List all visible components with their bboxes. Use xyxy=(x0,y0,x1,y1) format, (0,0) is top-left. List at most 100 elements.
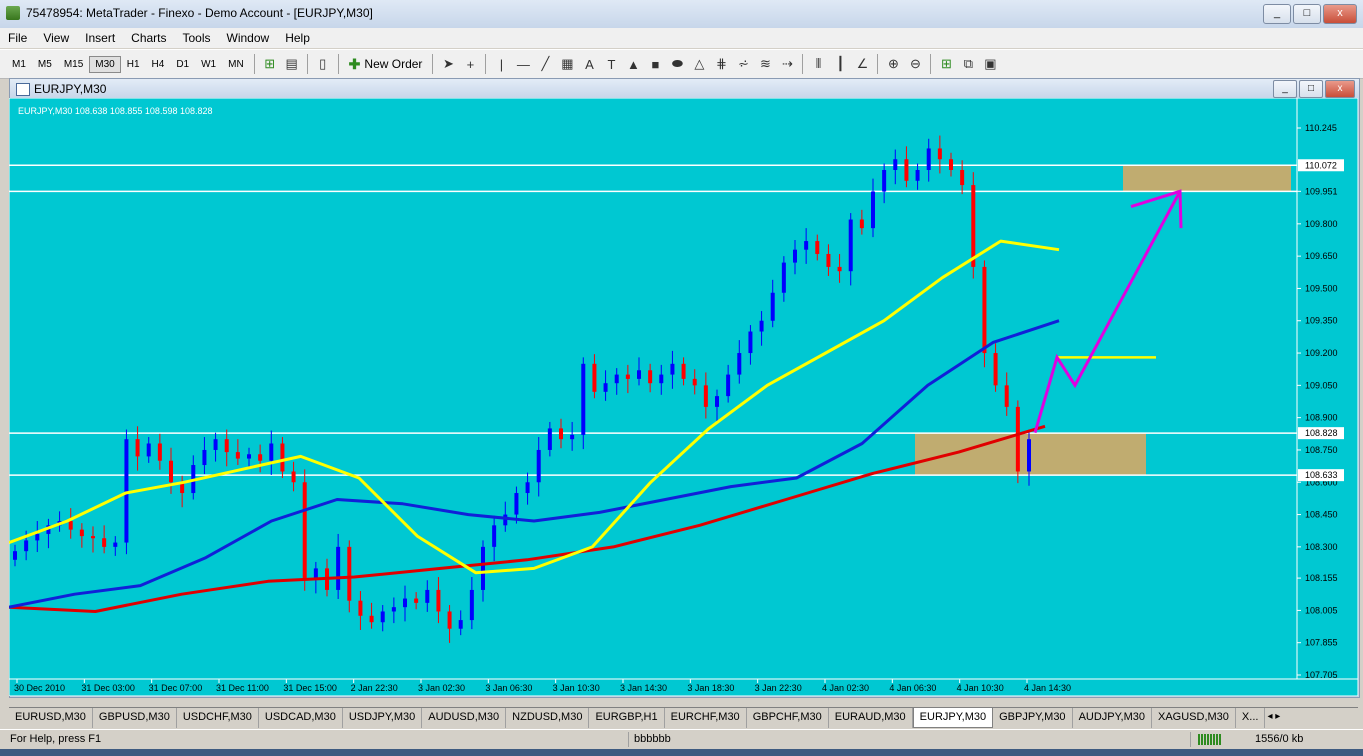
minimize-button[interactable]: _ xyxy=(1263,4,1291,24)
bull-candle xyxy=(269,443,274,461)
menu-help[interactable]: Help xyxy=(277,31,318,45)
timeframe-m30[interactable]: M30 xyxy=(89,55,121,73)
menu-file[interactable]: File xyxy=(0,31,35,45)
symbol-tab[interactable]: GBPJPY,M30 xyxy=(993,708,1073,728)
bull-candle xyxy=(35,533,40,541)
chart-restore-button[interactable]: □ xyxy=(1299,80,1323,98)
menu-insert[interactable]: Insert xyxy=(77,31,123,45)
bull-candle xyxy=(581,363,586,435)
price-tick-label: 109.800 xyxy=(1305,219,1338,229)
symbol-tab[interactable]: GBPCHF,M30 xyxy=(747,708,829,728)
bear-candle xyxy=(1004,385,1009,407)
symbol-tab[interactable]: AUDJPY,M30 xyxy=(1073,708,1152,728)
bull-candle xyxy=(425,589,430,603)
bull-candle xyxy=(503,514,508,526)
bear-candle xyxy=(559,428,563,440)
time-tick-label: 3 Jan 02:30 xyxy=(418,683,465,693)
price-tick-label: 110.245 xyxy=(1305,123,1337,133)
new-order-button[interactable]: ✚ New Order xyxy=(343,56,429,73)
bear-candle xyxy=(993,353,998,386)
timeframe-h1[interactable]: H1 xyxy=(121,56,146,73)
bear-candle xyxy=(135,439,140,457)
bull-candle xyxy=(926,148,931,170)
triangle-icon[interactable]: ▲ xyxy=(622,53,644,75)
symbol-tab[interactable]: USDCHF,M30 xyxy=(177,708,259,728)
channel-icon[interactable]: ▦ xyxy=(556,53,578,75)
bull-candle xyxy=(492,525,497,547)
symbol-tab[interactable]: EURCHF,M30 xyxy=(665,708,747,728)
ellipse-icon[interactable]: ⬬ xyxy=(666,53,688,75)
bear-candle xyxy=(414,598,419,603)
arrows-icon[interactable]: ⇢ xyxy=(776,53,798,75)
symbol-tab[interactable]: NZDUSD,M30 xyxy=(506,708,590,728)
vertical-line-icon[interactable]: | xyxy=(490,53,512,75)
zoom-out-icon[interactable]: ⊖ xyxy=(904,53,926,75)
taskbar xyxy=(0,749,1363,756)
menu-window[interactable]: Window xyxy=(219,31,278,45)
bull-candle xyxy=(882,169,887,192)
zoom-in-icon[interactable]: ⊕ xyxy=(882,53,904,75)
time-tick-label: 3 Jan 06:30 xyxy=(485,683,532,693)
bear-candle xyxy=(703,385,708,407)
new-chart-icon[interactable]: ⊞ xyxy=(259,53,281,75)
symbol-tab[interactable]: XAGUSD,M30 xyxy=(1152,708,1236,728)
line-chart-icon[interactable]: ∠ xyxy=(851,53,873,75)
symbol-tab[interactable]: AUDUSD,M30 xyxy=(422,708,507,728)
close-button[interactable]: x xyxy=(1323,4,1357,24)
maximize-button[interactable]: □ xyxy=(1293,4,1321,24)
bull-candle xyxy=(871,191,875,229)
title-bar: 75478954: MetaTrader - Finexo - Demo Acc… xyxy=(0,0,1363,29)
crosshair-icon[interactable]: + xyxy=(459,53,481,75)
templates-icon[interactable]: ▣ xyxy=(979,53,1001,75)
bear-candle xyxy=(169,460,173,483)
symbol-tab[interactable]: GBPUSD,M30 xyxy=(93,708,177,728)
chart-close-button[interactable]: x xyxy=(1325,80,1355,98)
fibo-fan-icon[interactable]: ⩫ xyxy=(732,53,754,75)
symbol-tab[interactable]: USDJPY,M30 xyxy=(343,708,423,728)
symbol-tab[interactable]: EURAUD,M30 xyxy=(829,708,913,728)
trendline-icon[interactable]: ╱ xyxy=(534,53,556,75)
bull-candle xyxy=(1027,439,1031,472)
bull-candle xyxy=(247,454,251,459)
navigator-icon[interactable]: ▯ xyxy=(312,53,334,75)
toolbar-separator xyxy=(306,54,308,74)
new-order-icon: ✚ xyxy=(348,55,361,72)
time-tick-label: 31 Dec 15:00 xyxy=(283,683,337,693)
rectangle-icon[interactable]: ■ xyxy=(644,53,666,75)
timeframe-m1[interactable]: M1 xyxy=(6,56,32,73)
symbol-tab[interactable]: EURUSD,M30 xyxy=(9,708,93,728)
symbol-tab[interactable]: EURJPY,M30 xyxy=(912,708,994,728)
fibo-expansion-icon[interactable]: ⋕ xyxy=(710,53,732,75)
text-label-icon[interactable]: T xyxy=(600,53,622,75)
timeframe-m15[interactable]: M15 xyxy=(58,56,89,73)
horizontal-line-icon[interactable]: — xyxy=(512,53,534,75)
fibo-icon[interactable]: ≋ xyxy=(754,53,776,75)
timeframe-w1[interactable]: W1 xyxy=(195,56,222,73)
menu-charts[interactable]: Charts xyxy=(123,31,174,45)
symbol-tab[interactable]: USDCAD,M30 xyxy=(259,708,343,728)
text-icon[interactable]: A xyxy=(578,53,600,75)
timeframe-h4[interactable]: H4 xyxy=(146,56,171,73)
price-chart[interactable]: EURJPY,M30 108.638 108.855 108.598 108.8… xyxy=(9,98,1358,696)
indicators-icon[interactable]: ⊞ xyxy=(935,53,957,75)
gann-icon[interactable]: △ xyxy=(688,53,710,75)
timeframe-d1[interactable]: D1 xyxy=(170,56,195,73)
menu-tools[interactable]: Tools xyxy=(175,31,219,45)
bar-chart-icon[interactable]: ⫴ xyxy=(807,53,829,75)
tab-scroll-arrows-icon[interactable]: ◂ ▸ xyxy=(1265,708,1282,728)
chart-info-label: EURJPY,M30 108.638 108.855 108.598 108.8… xyxy=(18,106,213,116)
timeframe-m5[interactable]: M5 xyxy=(32,56,58,73)
symbol-tab[interactable]: EURGBP,H1 xyxy=(589,708,665,728)
timeframe-mn[interactable]: MN xyxy=(222,56,250,73)
menu-view[interactable]: View xyxy=(35,31,77,45)
profiles-icon[interactable]: ▤ xyxy=(281,53,303,75)
price-tick-label: 109.350 xyxy=(1305,316,1338,326)
symbol-tab[interactable]: X... xyxy=(1236,708,1266,728)
candlestick-icon[interactable]: ┃ xyxy=(829,53,851,75)
bull-candle xyxy=(380,611,385,623)
chart-minimize-button[interactable]: _ xyxy=(1273,80,1297,98)
cursor-icon[interactable]: ➤ xyxy=(437,53,459,75)
time-tick-label: 4 Jan 06:30 xyxy=(889,683,936,693)
periods-icon[interactable]: ⧉ xyxy=(957,53,979,75)
bear-candle xyxy=(815,241,820,254)
